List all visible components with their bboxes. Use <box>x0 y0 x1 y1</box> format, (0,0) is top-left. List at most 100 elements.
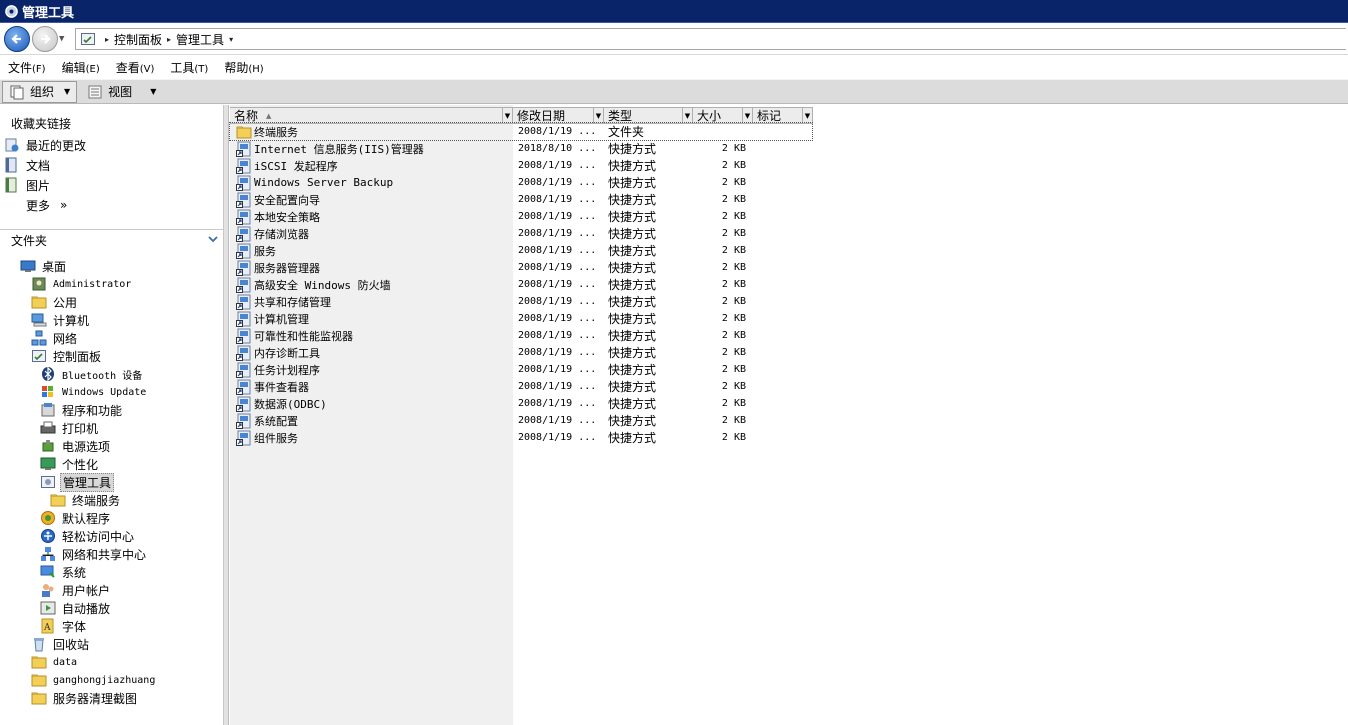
menu-bar: 文件(F) 编辑(E) 查看(V) 工具(T) 帮助(H) <box>0 56 1348 78</box>
column-filter-dropdown[interactable]: ▼ <box>802 108 812 123</box>
tree-node[interactable]: 轻松访问中心 <box>40 527 136 545</box>
tree-node-label: 个性化 <box>62 457 99 472</box>
column-header-size[interactable]: 大小 ▼ <box>693 107 753 124</box>
column-header-tags[interactable]: 标记 ▼ <box>753 107 813 124</box>
menu-help[interactable]: 帮助(H) <box>216 59 271 76</box>
tree-node[interactable]: 控制面板 <box>31 347 103 365</box>
file-name-cell: 内存诊断工具 <box>236 344 320 361</box>
personalize-icon <box>40 456 56 472</box>
column-header-date[interactable]: 修改日期 ▼ <box>513 107 604 124</box>
file-row[interactable]: 内存诊断工具 2008/1/19 ... 快捷方式 2 KB <box>230 344 830 361</box>
file-type: 快捷方式 <box>608 193 657 207</box>
address-box[interactable]: ▸ 控制面板 ▸ 管理工具 ▾ <box>75 28 1346 50</box>
memory-diag-shortcut-icon <box>236 345 252 361</box>
menu-file[interactable]: 文件(F) <box>0 59 54 76</box>
breadcrumb-control-panel[interactable]: 控制面板 <box>114 31 162 48</box>
column-header-type[interactable]: 类型 ▼ <box>604 107 693 124</box>
tree-node[interactable]: 个性化 <box>40 455 100 473</box>
file-row[interactable]: 组件服务 2008/1/19 ... 快捷方式 2 KB <box>230 429 830 446</box>
chevron-right-icon[interactable]: ▸ <box>105 35 109 44</box>
file-type: 快捷方式 <box>608 176 657 190</box>
tree-node[interactable]: 程序和功能 <box>40 401 124 419</box>
column-filter-dropdown[interactable]: ▼ <box>682 108 692 123</box>
file-type: 快捷方式 <box>608 244 657 258</box>
favorite-recent-changes[interactable]: 最近的更改 <box>4 136 86 154</box>
backup-shortcut-icon <box>236 175 252 191</box>
file-type: 快捷方式 <box>608 312 657 326</box>
views-button[interactable]: 视图 ▼ <box>81 80 162 103</box>
tree-node[interactable]: 自动播放 <box>40 599 112 617</box>
tree-node-label: 电源选项 <box>62 439 111 454</box>
tree-node[interactable]: 用户帐户 <box>40 581 112 599</box>
file-row[interactable]: 数据源(ODBC) 2008/1/19 ... 快捷方式 2 KB <box>230 395 830 412</box>
column-filter-dropdown[interactable]: ▼ <box>502 108 512 123</box>
tree-node[interactable]: 回收站 <box>31 635 91 653</box>
file-row[interactable]: 服务 2008/1/19 ... 快捷方式 2 KB <box>230 242 830 259</box>
tree-node[interactable]: 计算机 <box>31 311 91 329</box>
iscsi-shortcut-icon <box>236 158 252 174</box>
tree-node[interactable]: 电源选项 <box>40 437 112 455</box>
file-row[interactable]: iSCSI 发起程序 2008/1/19 ... 快捷方式 2 KB <box>230 157 830 174</box>
tree-node[interactable]: A 字体 <box>40 617 88 635</box>
file-row[interactable]: 终端服务 2008/1/19 ... 文件夹 <box>229 122 813 141</box>
tree-node[interactable]: 网络和共享中心 <box>40 545 148 563</box>
menu-edit[interactable]: 编辑(E) <box>54 59 108 76</box>
odbc-shortcut-icon <box>236 396 252 412</box>
favorite-pictures[interactable]: 图片 <box>4 176 50 194</box>
column-filter-dropdown[interactable]: ▼ <box>593 108 603 123</box>
column-header-name[interactable]: 名称 ▲ ▼ <box>230 107 513 124</box>
menu-tools[interactable]: 工具(T) <box>162 59 216 76</box>
favorite-documents[interactable]: 文档 <box>4 156 50 174</box>
file-row[interactable]: 系统配置 2008/1/19 ... 快捷方式 2 KB <box>230 412 830 429</box>
tree-node[interactable]: 桌面 <box>20 257 68 275</box>
perfmon-shortcut-icon <box>236 328 252 344</box>
tree-node[interactable]: 系统 <box>40 563 88 581</box>
folders-header[interactable]: 文件夹 <box>0 229 224 251</box>
tree-node[interactable]: 服务器清理截图 <box>31 689 139 707</box>
pane-splitter[interactable] <box>224 105 229 725</box>
tree-node[interactable]: Bluetooth 设备 <box>40 365 144 383</box>
tree-node[interactable]: data <box>31 653 79 671</box>
file-type: 快捷方式 <box>608 210 657 224</box>
column-filter-dropdown[interactable]: ▼ <box>742 108 752 123</box>
tree-node-label: 终端服务 <box>72 493 121 508</box>
tree-node[interactable]: Administrator <box>31 275 133 293</box>
address-bar: ▼ ▸ 控制面板 ▸ 管理工具 ▾ <box>0 24 1348 55</box>
file-row[interactable]: 安全配置向导 2008/1/19 ... 快捷方式 2 KB <box>230 191 830 208</box>
tree-node[interactable]: 默认程序 <box>40 509 112 527</box>
favorite-more[interactable]: 更多 » <box>26 196 67 214</box>
file-row[interactable]: 存储浏览器 2008/1/19 ... 快捷方式 2 KB <box>230 225 830 242</box>
file-name-cell: 组件服务 <box>236 429 298 446</box>
tree-node[interactable]: 打印机 <box>40 419 100 437</box>
organize-button[interactable]: 组织 ▼ <box>2 80 78 103</box>
chevron-down-icon[interactable]: ▾ <box>229 35 233 44</box>
file-row[interactable]: 任务计划程序 2008/1/19 ... 快捷方式 2 KB <box>230 361 830 378</box>
recent-pages-dropdown[interactable]: ▼ <box>59 34 69 44</box>
tree-node[interactable]: 公用 <box>31 293 79 311</box>
file-row[interactable]: Internet 信息服务(IIS)管理器 2018/8/10 ... 快捷方式 2 … <box>230 140 830 157</box>
tree-node[interactable]: 终端服务 <box>50 491 122 509</box>
breadcrumb-admin-tools[interactable]: 管理工具 <box>176 31 224 48</box>
tree-node[interactable]: 管理工具 <box>40 472 115 492</box>
file-type: 快捷方式 <box>608 346 657 360</box>
file-name: 任务计划程序 <box>254 363 320 377</box>
chevron-right-icon[interactable]: ▸ <box>167 35 171 44</box>
tree-node[interactable]: 网络 <box>31 329 79 347</box>
file-name: 组件服务 <box>254 431 298 445</box>
file-row[interactable]: 服务器管理器 2008/1/19 ... 快捷方式 2 KB <box>230 259 830 276</box>
file-row[interactable]: 可靠性和性能监视器 2008/1/19 ... 快捷方式 2 KB <box>230 327 830 344</box>
tree-node[interactable]: Windows Update <box>40 383 148 401</box>
file-size: 2 KB <box>721 194 746 205</box>
file-row[interactable]: 共享和存储管理 2008/1/19 ... 快捷方式 2 KB <box>230 293 830 310</box>
forward-button[interactable] <box>32 26 58 52</box>
back-button[interactable] <box>4 26 30 52</box>
tree-node[interactable]: ganghongjiazhuang <box>31 671 157 689</box>
file-row[interactable]: 事件查看器 2008/1/19 ... 快捷方式 2 KB <box>230 378 830 395</box>
file-row[interactable]: 本地安全策略 2008/1/19 ... 快捷方式 2 KB <box>230 208 830 225</box>
title-bar[interactable]: 管理工具 <box>0 0 1348 23</box>
file-row[interactable]: 高级安全 Windows 防火墙 2008/1/19 ... 快捷方式 2 KB <box>230 276 830 293</box>
documents-icon <box>5 157 17 173</box>
file-row[interactable]: Windows Server Backup 2008/1/19 ... 快捷方式 2 … <box>230 174 830 191</box>
file-row[interactable]: 计算机管理 2008/1/19 ... 快捷方式 2 KB <box>230 310 830 327</box>
menu-view[interactable]: 查看(V) <box>108 59 163 76</box>
